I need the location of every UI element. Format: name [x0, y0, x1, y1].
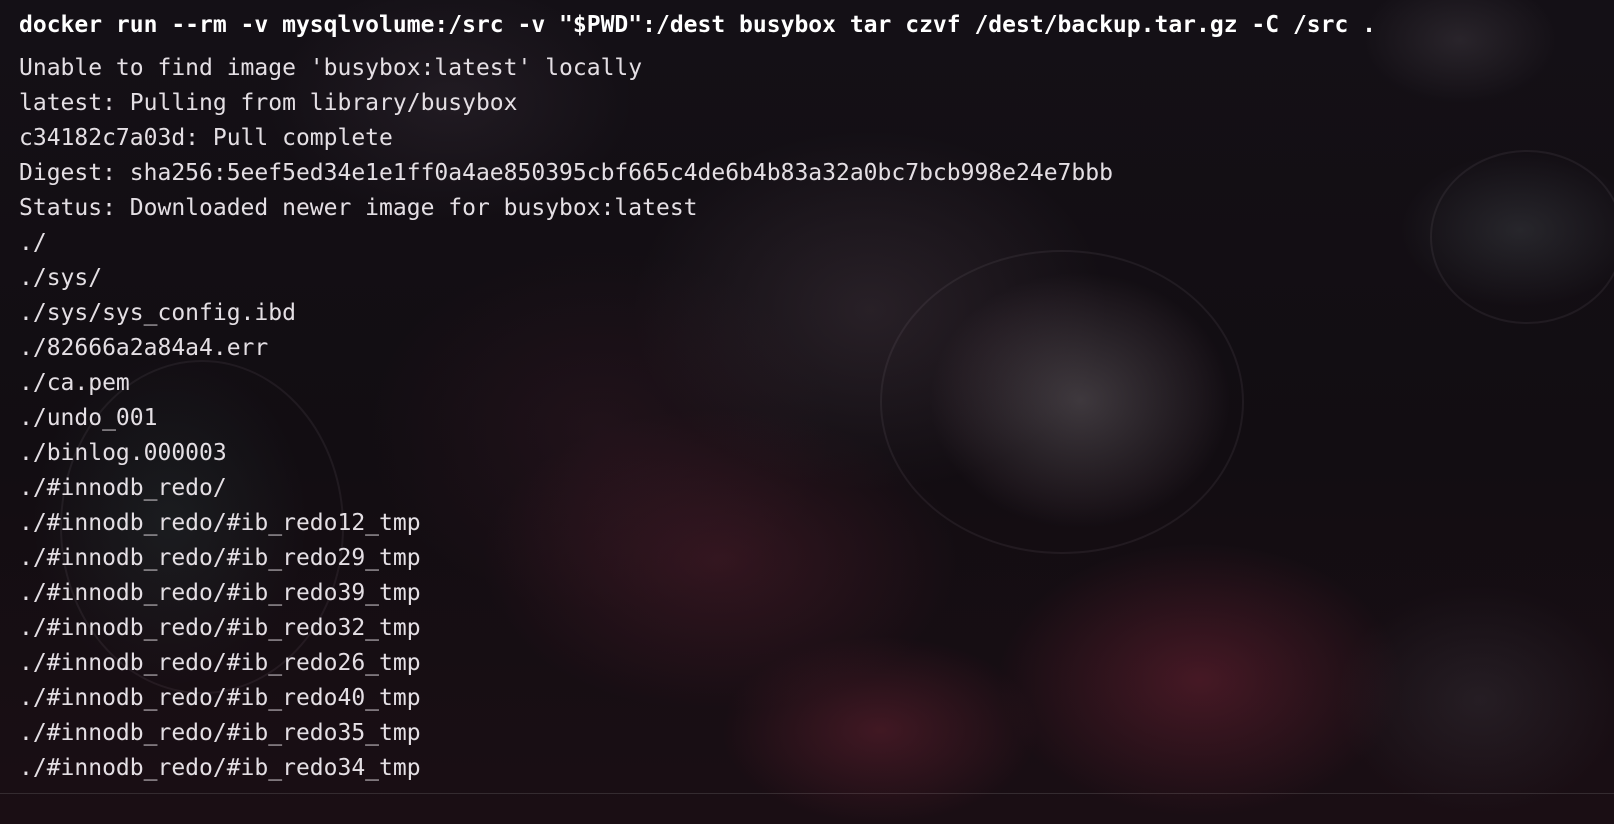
output-line: ./binlog.000003 — [19, 440, 227, 466]
output-line: ./#innodb_redo/#ib_redo12_tmp — [19, 510, 421, 536]
output-line: ./#innodb_redo/#ib_redo32_tmp — [19, 615, 421, 641]
output-line: ./82666a2a84a4.err — [19, 335, 269, 361]
output-line: ./#innodb_redo/#ib_redo34_tmp — [19, 755, 421, 781]
output-line: ./#innodb_redo/#ib_redo29_tmp — [19, 545, 421, 571]
command-output: Unable to find image 'busybox:latest' lo… — [19, 51, 1604, 786]
terminal-window[interactable]: docker run --rm -v mysqlvolume:/src -v "… — [0, 0, 1614, 824]
output-line: ./sys/ — [19, 265, 103, 291]
output-line: ./sys/sys_config.ibd — [19, 300, 296, 326]
output-line: ./#innodb_redo/#ib_redo26_tmp — [19, 650, 421, 676]
output-line: ./#innodb_redo/#ib_redo35_tmp — [19, 720, 421, 746]
command-line: docker run --rm -v mysqlvolume:/src -v "… — [19, 12, 1377, 38]
divider — [0, 793, 1614, 794]
output-line: Unable to find image 'busybox:latest' lo… — [19, 55, 643, 81]
output-line: ./#innodb_redo/#ib_redo40_tmp — [19, 685, 421, 711]
output-line: ./#innodb_redo/#ib_redo39_tmp — [19, 580, 421, 606]
output-line: latest: Pulling from library/busybox — [19, 90, 518, 116]
output-line: ./ca.pem — [19, 370, 130, 396]
output-line: ./undo_001 — [19, 405, 158, 431]
output-line: c34182c7a03d: Pull complete — [19, 125, 393, 151]
output-line: Status: Downloaded newer image for busyb… — [19, 195, 698, 221]
output-line: ./ — [19, 230, 47, 256]
output-line: ./#innodb_redo/ — [19, 475, 227, 501]
terminal-content[interactable]: docker run --rm -v mysqlvolume:/src -v "… — [19, 8, 1604, 786]
output-line: Digest: sha256:5eef5ed34e1e1ff0a4ae85039… — [19, 160, 1113, 186]
